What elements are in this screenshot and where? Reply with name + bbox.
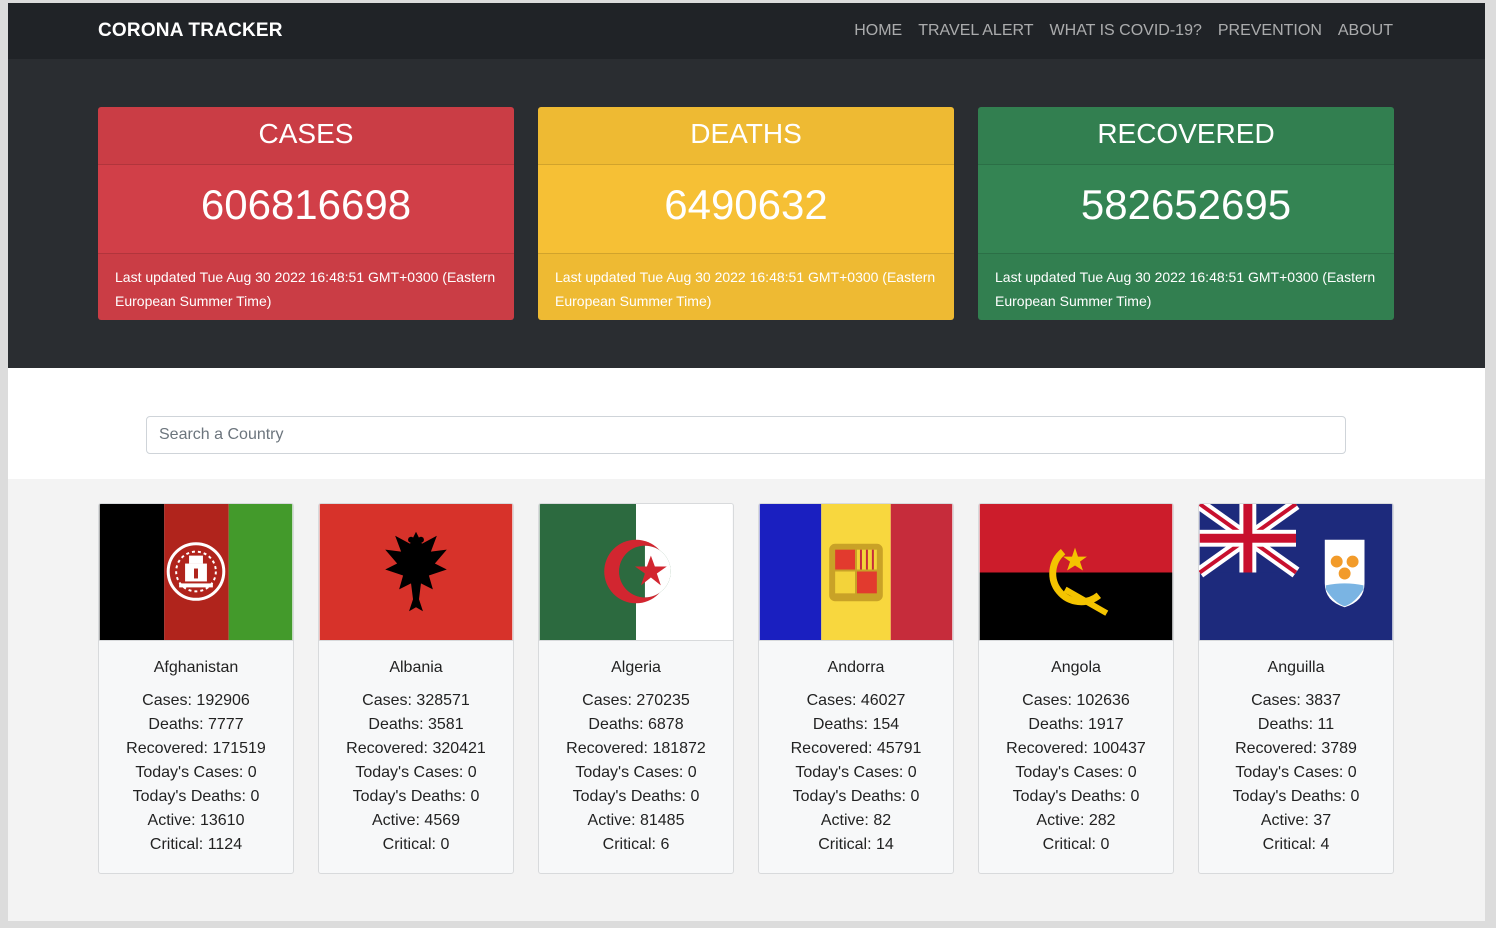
country-name: Anguilla [1267, 659, 1325, 676]
algeria-flag-icon [539, 504, 733, 641]
nav-travel-alert[interactable]: TRAVEL ALERT [918, 22, 1033, 40]
stat-today-deaths: Today's Deaths: 0 [792, 788, 920, 805]
stat-cases: Cases: 3837 [1251, 692, 1341, 709]
stat-active: Active: 82 [820, 812, 892, 829]
app-frame: CORONA TRACKER HOME TRAVEL ALERT WHAT IS… [8, 3, 1485, 921]
cases-updated: Last updated Tue Aug 30 2022 16:48:51 GM… [98, 253, 514, 320]
recovered-updated: Last updated Tue Aug 30 2022 16:48:51 GM… [978, 253, 1394, 320]
country-card[interactable]: Afghanistan Cases: 192906 Deaths: 7777 R… [98, 503, 294, 874]
stat-recovered: Recovered: 45791 [790, 740, 922, 757]
recovered-card: RECOVERED 582652695 Last updated Tue Aug… [978, 107, 1394, 320]
stat-today-deaths: Today's Deaths: 0 [1012, 788, 1140, 805]
stat-today-cases: Today's Cases: 0 [355, 764, 477, 781]
search-section [8, 368, 1485, 479]
stat-today-cases: Today's Cases: 0 [795, 764, 917, 781]
stat-recovered: Recovered: 3789 [1235, 740, 1357, 757]
stat-critical: Critical: 4 [1262, 836, 1330, 853]
recovered-title: RECOVERED [978, 107, 1394, 165]
country-stats: Cases: 46027 Deaths: 154 Recovered: 4579… [759, 689, 953, 857]
country-name: Andorra [827, 659, 885, 676]
albania-flag-icon [319, 504, 513, 641]
country-stats: Cases: 102636 Deaths: 1917 Recovered: 10… [979, 689, 1173, 857]
stat-recovered: Recovered: 171519 [126, 740, 266, 757]
stat-deaths: Deaths: 7777 [148, 716, 244, 733]
deaths-updated: Last updated Tue Aug 30 2022 16:48:51 GM… [538, 253, 954, 320]
country-name: Albania [389, 659, 443, 676]
afghanistan-flag-icon [99, 504, 293, 641]
stat-active: Active: 37 [1260, 812, 1332, 829]
navbar: CORONA TRACKER HOME TRAVEL ALERT WHAT IS… [8, 3, 1485, 59]
country-card[interactable]: Albania Cases: 328571 Deaths: 3581 Recov… [318, 503, 514, 874]
stat-active: Active: 4569 [371, 812, 461, 829]
recovered-value: 582652695 [1080, 181, 1292, 228]
stat-cases: Cases: 102636 [1022, 692, 1130, 709]
stat-critical: Critical: 0 [382, 836, 450, 853]
country-card[interactable]: Algeria Cases: 270235 Deaths: 6878 Recov… [538, 503, 734, 874]
nav-what-is-covid[interactable]: WHAT IS COVID-19? [1050, 22, 1202, 40]
stat-critical: Critical: 1124 [149, 836, 243, 853]
stat-deaths: Deaths: 1917 [1028, 716, 1124, 733]
stat-active: Active: 282 [1036, 812, 1116, 829]
stat-deaths: Deaths: 3581 [368, 716, 464, 733]
stat-active: Active: 81485 [587, 812, 685, 829]
country-card[interactable]: Anguilla Cases: 3837 Deaths: 11 Recovere… [1198, 503, 1394, 874]
country-stats: Cases: 192906 Deaths: 7777 Recovered: 17… [99, 689, 293, 857]
anguilla-flag-icon [1199, 504, 1393, 641]
country-name: Angola [1051, 659, 1101, 676]
stat-cases: Cases: 328571 [362, 692, 470, 709]
stat-today-cases: Today's Cases: 0 [575, 764, 697, 781]
country-name: Afghanistan [153, 659, 239, 676]
angola-flag-icon [979, 504, 1173, 641]
cases-value: 606816698 [200, 181, 412, 228]
stat-cases: Cases: 270235 [582, 692, 690, 709]
stat-deaths: Deaths: 154 [812, 716, 900, 733]
stat-recovered: Recovered: 320421 [346, 740, 486, 757]
stat-deaths: Deaths: 11 [1257, 716, 1335, 733]
cases-card: CASES 606816698 Last updated Tue Aug 30 … [98, 107, 514, 320]
country-name: Algeria [611, 659, 661, 676]
stat-deaths: Deaths: 6878 [588, 716, 684, 733]
country-card[interactable]: Angola Cases: 102636 Deaths: 1917 Recove… [978, 503, 1174, 874]
deaths-card: DEATHS 6490632 Last updated Tue Aug 30 2… [538, 107, 954, 320]
stat-today-deaths: Today's Deaths: 0 [352, 788, 480, 805]
deaths-value: 6490632 [664, 181, 828, 228]
nav-prevention[interactable]: PREVENTION [1218, 22, 1322, 40]
stat-active: Active: 13610 [147, 812, 245, 829]
stat-today-cases: Today's Cases: 0 [1235, 764, 1357, 781]
country-card[interactable]: Andorra Cases: 46027 Deaths: 154 Recover… [758, 503, 954, 874]
brand-logo[interactable]: CORONA TRACKER [98, 20, 283, 42]
nav-links: HOME TRAVEL ALERT WHAT IS COVID-19? PREV… [854, 22, 1393, 40]
stat-today-cases: Today's Cases: 0 [135, 764, 257, 781]
stat-today-deaths: Today's Deaths: 0 [1232, 788, 1360, 805]
cases-title: CASES [98, 107, 514, 165]
nav-about[interactable]: ABOUT [1338, 22, 1393, 40]
stat-critical: Critical: 14 [818, 836, 894, 853]
country-stats: Cases: 3837 Deaths: 11 Recovered: 3789 T… [1199, 689, 1393, 857]
country-search-input[interactable] [146, 416, 1346, 454]
stat-today-deaths: Today's Deaths: 0 [132, 788, 260, 805]
stat-today-deaths: Today's Deaths: 0 [572, 788, 700, 805]
stat-critical: Critical: 0 [1042, 836, 1110, 853]
stat-today-cases: Today's Cases: 0 [1015, 764, 1137, 781]
andorra-flag-icon [759, 504, 953, 641]
stat-recovered: Recovered: 181872 [566, 740, 706, 757]
country-stats: Cases: 270235 Deaths: 6878 Recovered: 18… [539, 689, 733, 857]
stat-recovered: Recovered: 100437 [1006, 740, 1146, 757]
nav-home[interactable]: HOME [854, 22, 902, 40]
summary-section: CASES 606816698 Last updated Tue Aug 30 … [8, 59, 1485, 368]
stat-cases: Cases: 46027 [806, 692, 906, 709]
stat-cases: Cases: 192906 [142, 692, 250, 709]
country-stats: Cases: 328571 Deaths: 3581 Recovered: 32… [319, 689, 513, 857]
stat-critical: Critical: 6 [602, 836, 670, 853]
deaths-title: DEATHS [538, 107, 954, 165]
